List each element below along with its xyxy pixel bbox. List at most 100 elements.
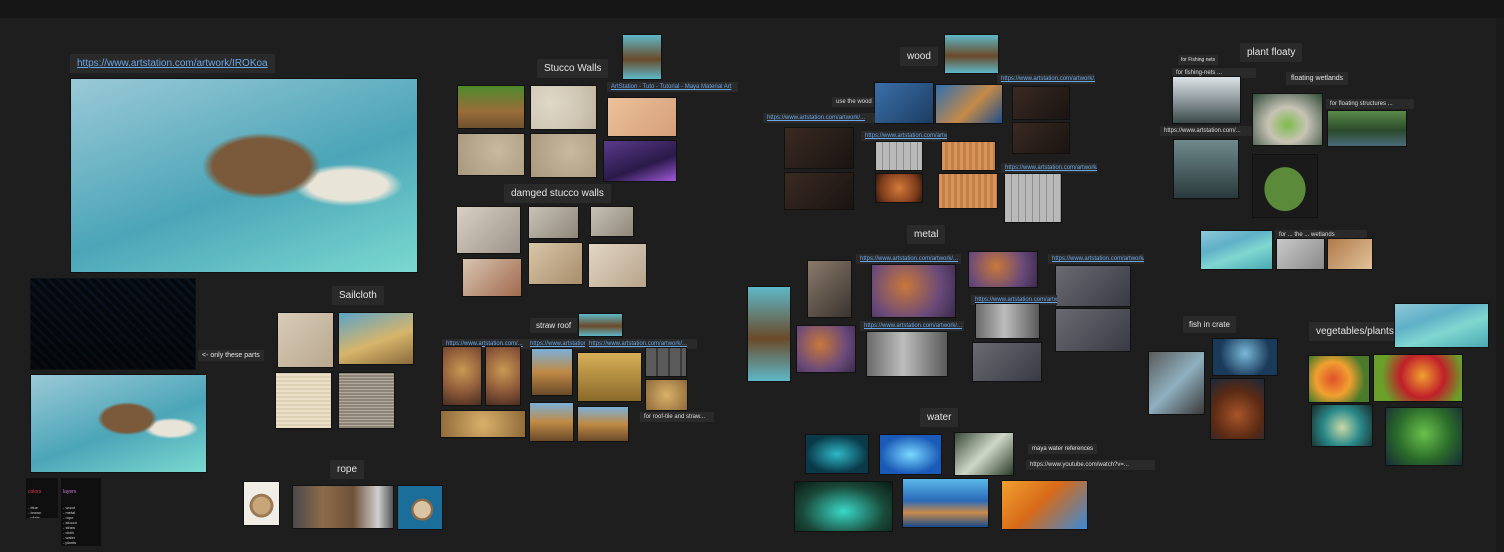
fish-image-1[interactable] <box>1212 338 1278 376</box>
float-image-2[interactable] <box>1252 93 1323 146</box>
float-image-7[interactable] <box>1276 238 1325 270</box>
wood-image-5[interactable] <box>784 127 854 169</box>
wood-image-10[interactable] <box>938 173 998 209</box>
notes-right-block: layers - wood - metal - rope - stucco - … <box>61 478 101 546</box>
metal-link-1[interactable]: https://www.artstation.com/artwork/... <box>856 254 961 264</box>
wood-image-7[interactable] <box>941 141 996 171</box>
vegetables-image-1[interactable] <box>1308 355 1370 403</box>
vertical-scrollbar[interactable] <box>1496 18 1504 552</box>
metal-image-8[interactable] <box>866 331 948 377</box>
straw-image-7[interactable] <box>440 410 526 438</box>
wood-reference-image[interactable] <box>944 34 999 74</box>
wood-link-1[interactable]: https://www.artstation.com/artwork/... <box>997 74 1095 84</box>
metal-link-4[interactable]: https://www.artstation.com/artwork/... <box>860 321 964 331</box>
fish-image-2[interactable] <box>1148 351 1205 415</box>
vegetables-image-2[interactable] <box>1373 354 1463 402</box>
wood-link-3[interactable]: https://www.artstation.com/artwork/... <box>763 113 875 123</box>
main-artstation-link[interactable]: https://www.artstation.com/artwork/IROKo… <box>70 54 275 73</box>
straw-image-9[interactable] <box>577 406 629 442</box>
float-image-5[interactable] <box>1252 154 1318 218</box>
straw-image-6[interactable] <box>645 379 688 411</box>
straw-image-1[interactable] <box>442 346 482 406</box>
float-image-3[interactable] <box>1327 110 1407 147</box>
wood-image-6[interactable] <box>875 141 923 171</box>
water-image-3[interactable] <box>954 432 1014 476</box>
straw-image-3[interactable] <box>531 348 573 396</box>
metal-image-2[interactable] <box>871 264 956 318</box>
water-image-2[interactable] <box>879 434 942 475</box>
float-image-4[interactable] <box>1173 139 1239 199</box>
stucco-image-4[interactable] <box>457 133 525 176</box>
stucco-image-1[interactable] <box>457 85 525 129</box>
damaged-stucco-image-1[interactable] <box>456 206 521 254</box>
straw-image-5[interactable] <box>645 347 687 377</box>
wood-image-9[interactable] <box>875 173 923 203</box>
straw-image-4[interactable] <box>577 352 642 402</box>
sailcloth-image-3[interactable] <box>275 372 332 429</box>
damaged-stucco-image-5[interactable] <box>528 242 583 285</box>
damaged-stucco-image-2[interactable] <box>528 206 579 239</box>
water-youtube-link[interactable]: https://www.youtube.com/watch?v=... <box>1026 460 1155 470</box>
sailcloth-image-4[interactable] <box>338 372 395 429</box>
stucco-image-2[interactable] <box>530 85 597 130</box>
notes-right-lines: - wood - metal - rope - stucco - straw -… <box>63 505 78 546</box>
float-link-2[interactable]: for floating structures ... <box>1326 99 1414 109</box>
straw-image-2[interactable] <box>485 346 521 406</box>
metal-image-6[interactable] <box>1055 308 1131 352</box>
wood-image-8[interactable] <box>784 172 854 210</box>
metal-link-2[interactable]: https://www.artstation.com/artwork/... <box>1048 254 1144 264</box>
float-image-6[interactable] <box>1200 230 1273 270</box>
vegetables-image-3[interactable] <box>1311 404 1373 447</box>
stucco-tutorial-link[interactable]: ArtStation - Tuto - Tutorial - Maya Mate… <box>607 82 738 92</box>
rope-image-1[interactable] <box>243 481 280 526</box>
metal-image-7[interactable] <box>796 325 856 373</box>
vegetables-image-4[interactable] <box>1385 407 1463 466</box>
straw-image-8[interactable] <box>529 402 574 442</box>
stucco-image-3[interactable] <box>607 97 677 137</box>
rope-image-2[interactable] <box>292 485 394 529</box>
sailcloth-image-2[interactable] <box>338 312 414 365</box>
water-image-1[interactable] <box>805 434 869 474</box>
metal-image-9[interactable] <box>972 342 1042 382</box>
vegetables-reference-image[interactable] <box>1394 303 1489 348</box>
fish-in-crate-label: fish in crate <box>1183 316 1236 333</box>
metal-label: metal <box>907 225 946 244</box>
floating-wetlands-label: floating wetlands <box>1286 72 1349 85</box>
float-link-3[interactable]: https://www.artstation.com/... <box>1160 126 1252 136</box>
straw-reference-image[interactable] <box>578 313 623 337</box>
fish-image-3[interactable] <box>1210 378 1265 440</box>
metal-reference-image[interactable] <box>747 286 791 382</box>
water-image-4[interactable] <box>794 481 893 532</box>
metal-image-3[interactable] <box>968 251 1038 288</box>
wood-link-5[interactable]: https://www.artstation.com/artwork/... <box>1001 163 1097 173</box>
float-image-8[interactable] <box>1327 238 1373 270</box>
metal-image-4[interactable] <box>1055 265 1131 307</box>
damaged-stucco-image-4[interactable] <box>462 258 522 297</box>
main-reference-image[interactable] <box>70 78 418 273</box>
stucco-image-5[interactable] <box>530 133 597 178</box>
damaged-stucco-image-3[interactable] <box>590 206 634 237</box>
water-image-6[interactable] <box>1001 480 1088 530</box>
rope-image-3[interactable] <box>397 485 443 530</box>
stucco-image-6[interactable] <box>603 140 677 182</box>
wood-image-3[interactable] <box>1012 86 1070 120</box>
wood-link-4[interactable]: https://www.artstation.com/artwork/... <box>861 131 947 141</box>
only-these-parts-note: <- only these parts <box>198 350 264 361</box>
wood-image-1[interactable] <box>874 82 934 124</box>
damaged-stucco-image-6[interactable] <box>588 243 647 288</box>
float-image-1[interactable] <box>1172 76 1241 124</box>
sailcloth-image-1[interactable] <box>277 312 334 368</box>
metal-image-anchor[interactable] <box>807 260 852 318</box>
plant-floaty-label: plant floaty <box>1240 43 1303 62</box>
wood-image-4[interactable] <box>1012 122 1070 154</box>
wood-image-11[interactable] <box>1004 173 1062 223</box>
water-image-5[interactable] <box>902 478 989 528</box>
water-label: water <box>920 408 959 427</box>
highlighted-reference-image[interactable] <box>30 374 207 473</box>
sketch-overlay-image[interactable] <box>30 278 196 370</box>
straw-roof-label: straw roof <box>530 318 578 333</box>
notes-left-block: colors - blue - brown - white - green - … <box>26 478 58 518</box>
wood-image-2[interactable] <box>935 84 1003 124</box>
metal-image-5[interactable] <box>975 303 1040 339</box>
stucco-reference-image[interactable] <box>622 34 662 80</box>
